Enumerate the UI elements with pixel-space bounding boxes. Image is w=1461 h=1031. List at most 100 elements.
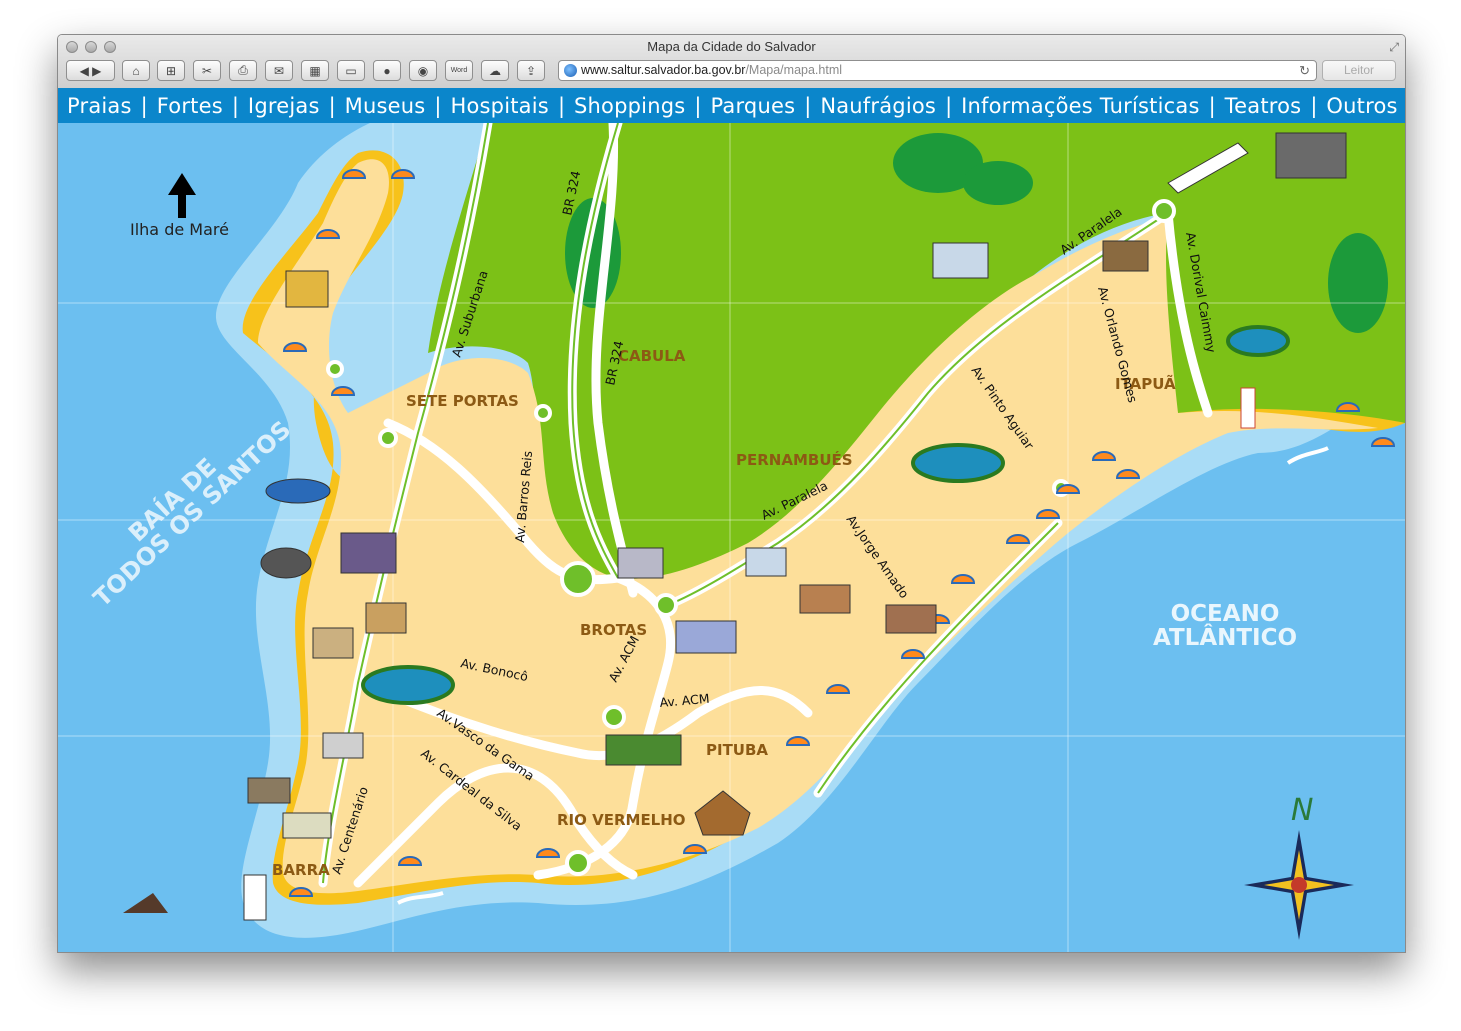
beach-umbrella-icon[interactable] bbox=[1370, 437, 1396, 447]
beach-umbrella-icon[interactable] bbox=[1055, 484, 1081, 494]
boat-icon[interactable] bbox=[265, 478, 331, 504]
stadium-icon[interactable] bbox=[617, 547, 664, 579]
top-sites-button[interactable]: ▦ bbox=[301, 60, 329, 81]
record-button[interactable]: ● bbox=[373, 60, 401, 81]
home-button[interactable]: ⌂ bbox=[122, 60, 150, 81]
office-icon[interactable] bbox=[322, 732, 364, 759]
circle-icon: ◉ bbox=[417, 63, 429, 78]
back-forward-button[interactable]: ◀ ▶ bbox=[66, 60, 115, 81]
church-icon[interactable] bbox=[285, 270, 329, 308]
hospital-icon[interactable] bbox=[932, 242, 989, 279]
label-atlantico: ATLÂNTICO bbox=[1153, 623, 1297, 651]
menu-separator: | bbox=[328, 93, 336, 118]
beach-umbrella-icon[interactable] bbox=[950, 574, 976, 584]
label-oceano: OCEANO bbox=[1171, 601, 1280, 627]
beach-umbrella-icon[interactable] bbox=[1035, 509, 1061, 519]
menu-item-outros[interactable]: Outros bbox=[1326, 94, 1397, 118]
park-icon[interactable] bbox=[911, 443, 1005, 483]
menu-separator: | bbox=[694, 93, 702, 118]
beach-umbrella-icon[interactable] bbox=[535, 848, 561, 858]
beach-umbrella-icon[interactable] bbox=[900, 649, 926, 659]
menu-item-shoppings[interactable]: Shoppings bbox=[574, 94, 685, 118]
menu-item-parques[interactable]: Parques bbox=[710, 94, 795, 118]
hospital2-icon[interactable] bbox=[745, 547, 787, 577]
church2-icon[interactable] bbox=[885, 604, 937, 634]
fort2-icon[interactable] bbox=[260, 547, 312, 579]
window-title: Mapa da Cidade do Salvador bbox=[647, 39, 816, 54]
beach-umbrella-icon[interactable] bbox=[785, 736, 811, 746]
beach-umbrella-icon[interactable] bbox=[1091, 451, 1117, 461]
cloud-icon: ☁ bbox=[489, 63, 501, 78]
menu-separator: | bbox=[434, 93, 442, 118]
url-path: /Mapa/mapa.html bbox=[745, 63, 843, 77]
menu-separator: | bbox=[1310, 93, 1318, 118]
back-icon[interactable]: ◀ bbox=[80, 64, 89, 78]
beach-umbrella-icon[interactable] bbox=[341, 169, 367, 179]
label-cabula: CABULA bbox=[618, 347, 686, 365]
grid-icon: ▦ bbox=[309, 63, 321, 78]
beach-umbrella-icon[interactable] bbox=[682, 844, 708, 854]
forest-patch bbox=[963, 161, 1033, 205]
zoo-icon[interactable] bbox=[605, 734, 682, 766]
beach-umbrella-icon[interactable] bbox=[1005, 534, 1031, 544]
building-icon[interactable] bbox=[312, 627, 354, 659]
menu-item-teatros[interactable]: Teatros bbox=[1225, 94, 1302, 118]
menu-item-praias[interactable]: Praias bbox=[67, 94, 132, 118]
beach-umbrella-icon[interactable] bbox=[315, 229, 341, 239]
address-bar[interactable]: www.saltur.salvador.ba.gov.br/Mapa/mapa.… bbox=[558, 60, 1317, 81]
museum2-icon[interactable] bbox=[247, 777, 291, 804]
beach-umbrella-icon[interactable] bbox=[330, 386, 356, 396]
shopping-icon[interactable] bbox=[675, 620, 737, 654]
reload-icon[interactable]: ↻ bbox=[1299, 61, 1310, 80]
fort-icon[interactable] bbox=[365, 602, 407, 634]
share-button[interactable]: ⇪ bbox=[517, 60, 545, 81]
menu-item-fortes[interactable]: Fortes bbox=[157, 94, 223, 118]
house-icon[interactable] bbox=[1102, 240, 1149, 272]
lighthouse-icon[interactable] bbox=[243, 874, 267, 921]
mail-icon: ✉ bbox=[273, 63, 285, 78]
menu-item-hospitais[interactable]: Hospitais bbox=[451, 94, 549, 118]
beach-umbrella-icon[interactable] bbox=[282, 342, 308, 352]
fullscreen-icon[interactable]: ⤢ bbox=[1389, 40, 1399, 55]
forward-icon[interactable]: ▶ bbox=[92, 64, 101, 78]
map-canvas[interactable]: N Ilha de Maré BAÍA DE TODOS OS SANTOS O… bbox=[58, 123, 1405, 952]
beach-umbrella-icon[interactable] bbox=[397, 856, 423, 866]
menu-item-informacoes-turisticas[interactable]: Informações Turísticas bbox=[961, 94, 1199, 118]
beach-umbrella-icon[interactable] bbox=[288, 887, 314, 897]
category-menu: Praias | Fortes | Igrejas | Museus | Hospitais | S… bbox=[58, 88, 1405, 123]
menu-separator: | bbox=[140, 93, 148, 118]
park-icon[interactable] bbox=[361, 665, 455, 705]
menu-item-naufragios[interactable]: Naufrágios bbox=[820, 94, 936, 118]
lighthouse2-icon[interactable] bbox=[1240, 387, 1256, 429]
printer-icon: ⎙ bbox=[238, 63, 248, 77]
lagoon-icon[interactable] bbox=[1226, 325, 1290, 357]
cloud-button[interactable]: ☁ bbox=[481, 60, 509, 81]
hotel-icon[interactable] bbox=[282, 812, 332, 839]
museum-icon[interactable] bbox=[340, 532, 397, 574]
theatre-icon[interactable] bbox=[799, 584, 851, 614]
print-button[interactable]: ⎙ bbox=[229, 60, 257, 81]
beach-umbrella-icon[interactable] bbox=[1115, 469, 1141, 479]
mail-button[interactable]: ✉ bbox=[265, 60, 293, 81]
beach-umbrella-icon[interactable] bbox=[390, 169, 416, 179]
beach-umbrella-icon[interactable] bbox=[1335, 402, 1361, 412]
word-button[interactable]: Word bbox=[445, 60, 473, 81]
menu-item-igrejas[interactable]: Igrejas bbox=[248, 94, 320, 118]
menu-item-museus[interactable]: Museus bbox=[345, 94, 426, 118]
record2-button[interactable]: ◉ bbox=[409, 60, 437, 81]
bag-icon: ▭ bbox=[345, 63, 357, 78]
label-brotas: BROTAS bbox=[580, 621, 647, 639]
beach-umbrella-icon[interactable] bbox=[825, 684, 851, 694]
city-map[interactable]: N Ilha de Maré BAÍA DE TODOS OS SANTOS O… bbox=[58, 123, 1405, 952]
add-bookmark-button[interactable]: ⊞ bbox=[157, 60, 185, 81]
globe-icon bbox=[564, 64, 577, 77]
reader-button[interactable]: Leitor bbox=[1322, 60, 1396, 81]
bag-button[interactable]: ▭ bbox=[337, 60, 365, 81]
url-host: www.saltur.salvador.ba.gov.br bbox=[581, 63, 746, 77]
forest-patch bbox=[1328, 233, 1388, 333]
label-rio-vermelho: RIO VERMELHO bbox=[557, 811, 686, 829]
airport-icon[interactable] bbox=[1275, 132, 1347, 179]
scissors-icon: ✂ bbox=[201, 63, 213, 78]
share-icon: ⇪ bbox=[525, 63, 537, 78]
cut-button[interactable]: ✂ bbox=[193, 60, 221, 81]
